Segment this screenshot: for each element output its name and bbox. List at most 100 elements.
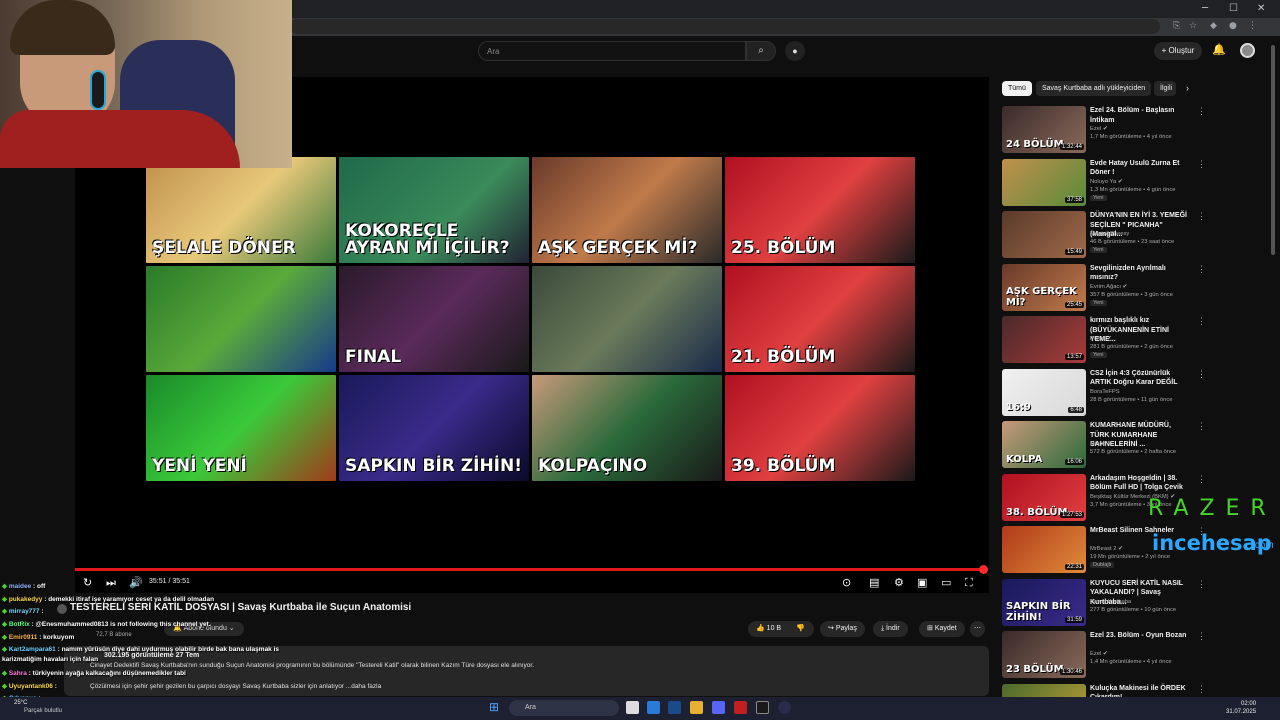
theater-mode-icon[interactable]: ▭ [941,576,951,589]
autoplay-toggle[interactable]: ⊙ [842,576,851,589]
endscreen-thumbnail[interactable]: 25. BÖLÜM [725,157,915,263]
subtitles-icon[interactable]: ▤ [869,576,879,589]
chat-username[interactable]: Uyuyantank06 [9,683,53,690]
save-button[interactable]: ⊞ Kaydet [919,621,965,637]
recommendation-item[interactable]: 16:9 6:48 CS2 İçin 4:3 Çözünürlük ARTIK Do… [1002,368,1272,419]
next-icon[interactable]: ⏭ [106,576,116,590]
more-actions-button[interactable]: ⋯ [970,621,985,637]
progress-bar[interactable] [75,568,985,571]
replay-icon[interactable]: ↻ [83,576,92,589]
profile-icon[interactable]: ● [1229,21,1237,31]
recommendation-thumbnail[interactable]: 37:58 [1002,158,1086,206]
chat-username[interactable]: Sahra [9,670,27,677]
steam-icon[interactable] [668,701,681,714]
download-button[interactable]: ⤓ İndir [873,621,908,637]
recommendation-thumbnail[interactable]: 16:9 6:48 [1002,368,1086,416]
fullscreen-icon[interactable]: ⛶ [965,576,973,590]
weather-temp[interactable]: 25°C [14,700,27,706]
search-button[interactable]: ⌕ [746,41,776,61]
bookmark-icon[interactable]: ☆ [1189,21,1197,31]
chat-username[interactable]: Kart2ampara61 [9,646,56,653]
more-options-icon[interactable]: ⋮ [1197,264,1206,275]
endscreen-thumbnail[interactable]: KOKOREÇLE AYRAN MI İÇİLİR? [339,157,529,263]
recommendation-item[interactable]: 24 BÖLÜM 1:32:44 Ezel 24. Bölüm - Başlasın… [1002,106,1272,156]
endscreen-thumbnail[interactable]: SAPKIN BİR ZİHİN! [339,375,529,481]
recommendation-thumbnail[interactable]: 13:57 [1002,316,1086,363]
chip-uploader[interactable]: Savaş Kurtbaba adlı yükleyiciden [1036,81,1152,96]
more-options-icon[interactable]: ⋮ [1197,474,1206,485]
recommendation-item[interactable]: 23 BÖLÜM 1:30:46 Ezel 23. Bölüm - Oyun Boz… [1002,631,1272,681]
task-view-icon[interactable] [626,701,639,714]
endscreen-thumbnail[interactable]: YENİ YENİ [146,375,336,481]
chip-all[interactable]: Tümü [1002,81,1032,96]
extension-icon[interactable]: ◆ [1210,21,1217,31]
chat-username[interactable]: pukakedyy [9,596,43,603]
close-button[interactable]: ✕ [1257,3,1265,14]
scrollbar[interactable] [1271,45,1275,255]
create-button[interactable]: + Oluştur [1154,42,1202,60]
recommendation-item[interactable]: KOLPA 16:06 KUMARHANE MÜDÜRÜ, TÜRK KUMARHA… [1002,421,1272,471]
voice-search-button[interactable]: ● [785,41,805,61]
menu-icon[interactable]: ⋮ [1248,21,1257,31]
account-avatar[interactable] [1240,43,1255,58]
endscreen-thumbnail[interactable] [532,266,722,372]
recommendation-thumbnail[interactable]: KOLPA 16:06 [1002,421,1086,468]
weather-desc[interactable]: Parçalı bulutlu [24,708,62,714]
chip-next-chevron-icon[interactable]: › [1186,83,1189,93]
more-options-icon[interactable]: ⋮ [1197,579,1206,590]
more-options-icon[interactable]: ⋮ [1197,159,1206,170]
recommendation-thumbnail[interactable]: AŞK GERÇEK Mİ? 25:45 [1002,263,1086,311]
settings-gear-icon[interactable]: ⚙ [894,576,904,589]
chat-username[interactable]: BotRix [9,621,30,628]
search-input[interactable]: Ara [478,41,746,61]
recommendation-item[interactable]: 13:57 kırmızı başlıklı kız (BÜYÜKANNENİN … [1002,316,1272,366]
more-options-icon[interactable]: ⋮ [1197,631,1206,642]
dislike-button[interactable]: 👎 [790,621,814,637]
recommendation-item[interactable]: SAPKIN BİR ZİHİN! 31:59 KUYUCU SERİ KATİL … [1002,578,1272,629]
recommendation-item[interactable]: 15:49 DÜNYA'NIN EN İYİ 3. YEMEĞİ SEÇİLEN … [1002,211,1272,261]
endscreen-thumbnail[interactable]: 21. BÖLÜM [725,266,915,372]
share-button[interactable]: ↪ Paylaş [820,621,865,637]
maximize-button[interactable]: ☐ [1229,3,1238,14]
share-page-icon[interactable]: ⎘ [1173,21,1180,31]
recommendation-thumbnail[interactable]: 38. BÖLÜM 1:27:53 [1002,473,1086,521]
endscreen-thumbnail[interactable]: AŞK GERÇEK Mİ? [532,157,722,263]
progress-scrubber[interactable] [979,565,988,574]
recommendation-thumbnail[interactable]: 23 BÖLÜM 1:30:46 [1002,631,1086,678]
chat-username[interactable]: maidee [9,583,31,590]
chat-username[interactable]: mirray777 [9,608,40,615]
minimize-button[interactable]: ─ [1202,3,1208,14]
channel-avatar[interactable] [57,604,67,614]
app-icon[interactable] [734,701,747,714]
endscreen-thumbnail[interactable]: KOLPAÇINO [532,375,722,481]
chrome-icon[interactable] [778,701,791,714]
recommendation-item[interactable]: 37:58 Evde Hatay Usulü Zurna Et Döner ! No… [1002,158,1272,209]
taskbar-search[interactable]: Ara [509,700,619,716]
endscreen-thumbnail[interactable] [146,266,336,372]
more-options-icon[interactable]: ⋮ [1197,211,1206,222]
obs-icon[interactable] [756,701,769,714]
edge-icon[interactable] [647,701,660,714]
more-options-icon[interactable]: ⋮ [1197,316,1206,327]
chip-related[interactable]: İlgili [1154,81,1176,96]
address-bar[interactable] [290,19,1160,34]
more-options-icon[interactable]: ⋮ [1197,684,1206,695]
more-options-icon[interactable]: ⋮ [1197,369,1206,380]
windows-start-icon[interactable]: ⊞ [489,700,499,714]
recommendation-thumbnail[interactable]: 22:31 [1002,526,1086,573]
endscreen-thumbnail[interactable]: 39. BÖLÜM [725,375,915,481]
more-options-icon[interactable]: ⋮ [1197,421,1206,432]
volume-icon[interactable]: 🔊 [129,576,143,589]
miniplayer-icon[interactable]: ▣ [917,576,927,589]
system-clock[interactable]: 02:00 31.07.2025 [1226,700,1256,716]
recommendation-thumbnail[interactable]: SAPKIN BİR ZİHİN! 31:59 [1002,578,1086,626]
more-options-icon[interactable]: ⋮ [1197,106,1206,117]
endscreen-thumbnail[interactable]: ŞELALE DÖNER [146,157,336,263]
recommendation-item[interactable]: AŞK GERÇEK Mİ? 25:45 Sevgilinizden Ayrılma… [1002,263,1272,314]
recommendation-thumbnail[interactable]: 15:49 [1002,211,1086,258]
notifications-bell-icon[interactable]: 🔔 [1212,43,1226,56]
recommendation-thumbnail[interactable]: 24 BÖLÜM 1:32:44 [1002,106,1086,153]
chat-username[interactable]: Emir0911 [9,634,38,641]
file-explorer-icon[interactable] [690,701,703,714]
endscreen-thumbnail[interactable]: FINAL [339,266,529,372]
